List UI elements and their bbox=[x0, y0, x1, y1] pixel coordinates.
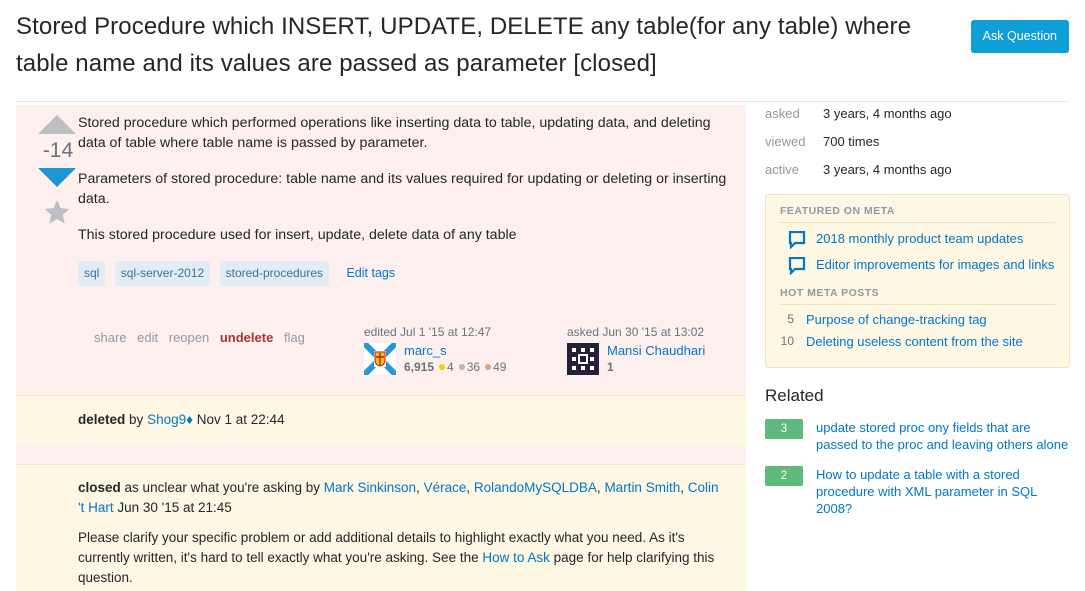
featured-item-1[interactable]: 2018 monthly product team updates bbox=[780, 230, 1055, 249]
deleted-notice: deleted by Shog9♦ Nov 1 at 22:44 bbox=[16, 395, 746, 446]
featured-item-2[interactable]: Editor improvements for images and links bbox=[780, 256, 1055, 275]
reopen-link[interactable]: reopen bbox=[169, 330, 209, 345]
speech-bubble-icon bbox=[788, 231, 806, 249]
asked-prefix: asked bbox=[567, 325, 600, 339]
tag-sql-server-2012[interactable]: sql-server-2012 bbox=[114, 261, 211, 286]
editor-username[interactable]: marc_s bbox=[404, 343, 506, 359]
post-paragraph-3: This stored procedure used for insert, u… bbox=[78, 227, 517, 243]
asker-user-card: asked Jun 30 '15 at 13:02 Mansi Chaudhar… bbox=[567, 325, 757, 375]
asker-username[interactable]: Mansi Chaudhari bbox=[607, 343, 705, 359]
hot-meta-item-2-score: 10 bbox=[780, 334, 794, 348]
moderator-diamond-icon: ♦ bbox=[186, 412, 193, 427]
page-title: Stored Procedure which INSERT, UPDATE, D… bbox=[16, 13, 912, 77]
closed-label: closed bbox=[78, 480, 121, 495]
share-link[interactable]: share bbox=[94, 330, 127, 345]
stat-asked: asked 3 years, 4 months ago bbox=[765, 105, 1070, 122]
editor-reputation: 6,915 bbox=[404, 360, 435, 374]
related-item-1-link[interactable]: update stored proc ony fields that are p… bbox=[816, 419, 1070, 453]
related-item-2[interactable]: 2 How to update a table with a stored pr… bbox=[765, 466, 1070, 517]
nova-scotia-flag-avatar[interactable] bbox=[364, 343, 396, 375]
flag-link[interactable]: flag bbox=[284, 330, 305, 345]
silver-badge-icon bbox=[458, 364, 465, 370]
ask-question-button[interactable]: Ask Question bbox=[970, 20, 1069, 53]
stat-active-label: active bbox=[765, 162, 799, 177]
edited-time[interactable]: Jul 1 '15 at 12:47 bbox=[400, 325, 491, 339]
stat-active: active 3 years, 4 months ago bbox=[765, 161, 1070, 178]
post-paragraph-2: Parameters of stored procedure: table na… bbox=[78, 171, 727, 207]
featured-item-1-link[interactable]: 2018 monthly product team updates bbox=[816, 230, 1023, 247]
tag-list: sql sql-server-2012 stored-procedures Ed… bbox=[78, 261, 746, 286]
related-item-2-score: 2 bbox=[765, 466, 803, 486]
hot-meta-item-2[interactable]: 10 Deleting useless content from the sit… bbox=[780, 333, 1055, 350]
deleted-by-user-link[interactable]: Shog9 bbox=[147, 412, 186, 427]
featured-item-2-link[interactable]: Editor improvements for images and links bbox=[816, 256, 1054, 273]
stat-viewed-label: viewed bbox=[765, 134, 806, 149]
edit-tags-link[interactable]: Edit tags bbox=[346, 266, 395, 280]
stat-asked-value: 3 years, 4 months ago bbox=[823, 106, 952, 121]
bronze-badge-icon bbox=[485, 364, 492, 370]
question-main-column: -14 Stored procedure which performed ope… bbox=[16, 105, 746, 591]
edit-link[interactable]: edit bbox=[137, 330, 158, 345]
vote-score: -14 bbox=[42, 139, 74, 162]
closed-notice-body-1: Please clarify your specific problem or … bbox=[78, 528, 726, 588]
stat-asked-label: asked bbox=[765, 106, 800, 121]
hot-meta-item-2-link[interactable]: Deleting useless content from the site bbox=[806, 333, 1023, 350]
gold-badge-icon bbox=[439, 364, 446, 370]
hot-meta-posts-heading: HOT META POSTS bbox=[780, 287, 1055, 305]
closer-link-2[interactable]: Vérace bbox=[424, 480, 467, 495]
hot-meta-item-1-link[interactable]: Purpose of change-tracking tag bbox=[806, 311, 987, 328]
identicon-avatar[interactable] bbox=[567, 343, 599, 375]
upvote-arrow-icon[interactable] bbox=[38, 115, 76, 134]
silver-badge-count: 36 bbox=[466, 360, 481, 374]
asked-timestamp: asked Jun 30 '15 at 13:02 bbox=[567, 325, 757, 339]
hot-meta-item-1-score: 5 bbox=[787, 312, 794, 326]
stat-viewed-value: 700 times bbox=[823, 134, 880, 149]
edited-timestamp: edited Jul 1 '15 at 12:47 bbox=[364, 325, 554, 339]
speech-bubble-icon bbox=[788, 257, 806, 275]
related-heading: Related bbox=[765, 386, 824, 405]
editor-user-card: edited Jul 1 '15 at 12:47 marc_s 6,915 4… bbox=[364, 325, 554, 375]
post-body: Stored procedure which performed operati… bbox=[78, 113, 738, 245]
header-divider bbox=[16, 101, 1069, 102]
tag-sql[interactable]: sql bbox=[78, 261, 106, 286]
deleted-time: Nov 1 at 22:44 bbox=[196, 412, 285, 427]
asker-reputation: 1 bbox=[607, 360, 614, 374]
closed-time: Jun 30 '15 at 21:45 bbox=[117, 500, 232, 515]
post-menu: share edit reopen undelete flag bbox=[94, 330, 312, 345]
page-header: Stored Procedure which INSERT, UPDATE, D… bbox=[16, 8, 1069, 94]
gold-badge-count: 4 bbox=[447, 360, 454, 374]
related-item-2-link[interactable]: How to update a table with a stored proc… bbox=[816, 466, 1070, 517]
deleted-by-text: by bbox=[129, 412, 144, 427]
how-to-ask-link[interactable]: How to Ask bbox=[482, 550, 550, 565]
vote-cell: -14 bbox=[36, 115, 78, 225]
closed-reason: as unclear what you're asking by bbox=[124, 480, 320, 495]
closer-link-3[interactable]: RolandoMySQLDBA bbox=[474, 480, 597, 495]
edited-prefix: edited bbox=[364, 325, 397, 339]
question-stats: asked 3 years, 4 months ago viewed 700 t… bbox=[765, 105, 1070, 178]
undelete-link[interactable]: undelete bbox=[220, 330, 273, 345]
meta-box: FEATURED ON META 2018 monthly product te… bbox=[765, 194, 1070, 368]
closer-link-1[interactable]: Mark Sinkinson bbox=[324, 480, 416, 495]
related-item-1[interactable]: 3 update stored proc ony fields that are… bbox=[765, 419, 1070, 453]
question-sidebar: asked 3 years, 4 months ago viewed 700 t… bbox=[765, 105, 1070, 517]
stat-viewed: viewed 700 times bbox=[765, 133, 1070, 150]
favorite-star-icon[interactable] bbox=[44, 199, 70, 225]
featured-on-meta-heading: FEATURED ON META bbox=[780, 205, 1055, 223]
post-paragraph-1: Stored procedure which performed operati… bbox=[78, 115, 711, 151]
downvote-arrow-icon[interactable] bbox=[38, 168, 76, 187]
related-item-1-score: 3 bbox=[765, 419, 803, 439]
bronze-badge-count: 49 bbox=[493, 360, 507, 374]
question-page: Stored Procedure which INSERT, UPDATE, D… bbox=[0, 0, 1085, 591]
closer-link-4[interactable]: Martin Smith bbox=[604, 480, 680, 495]
closed-notice-header: closed as unclear what you're asking by … bbox=[78, 480, 719, 515]
closed-notice: closed as unclear what you're asking by … bbox=[16, 464, 746, 591]
stat-active-value: 3 years, 4 months ago bbox=[823, 162, 952, 177]
notice-gap bbox=[16, 446, 746, 464]
hot-meta-item-1[interactable]: 5 Purpose of change-tracking tag bbox=[780, 311, 1055, 328]
asked-time[interactable]: Jun 30 '15 at 13:02 bbox=[602, 325, 704, 339]
post-action-row: share edit reopen undelete flag edited J… bbox=[16, 319, 746, 383]
question-post: -14 Stored procedure which performed ope… bbox=[16, 105, 746, 395]
deleted-label: deleted bbox=[78, 412, 126, 427]
tag-stored-procedures[interactable]: stored-procedures bbox=[219, 261, 330, 286]
